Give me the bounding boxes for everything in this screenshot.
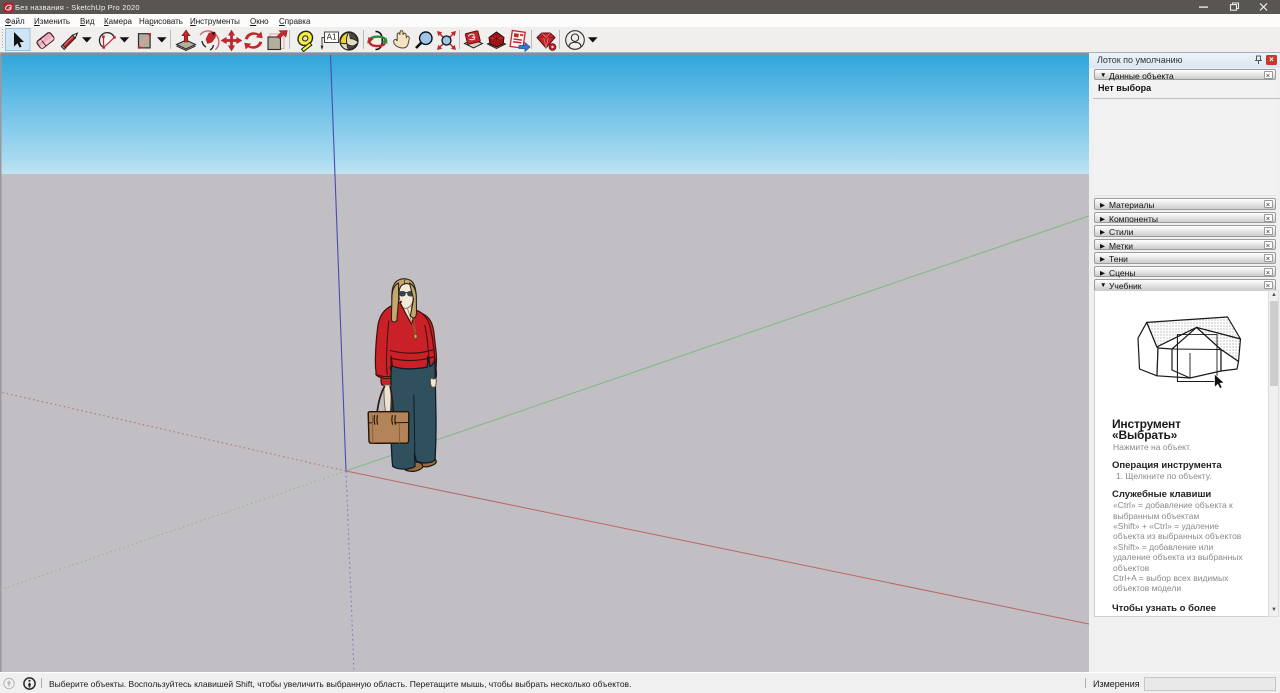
svg-text:A1: A1 [327, 33, 337, 42]
